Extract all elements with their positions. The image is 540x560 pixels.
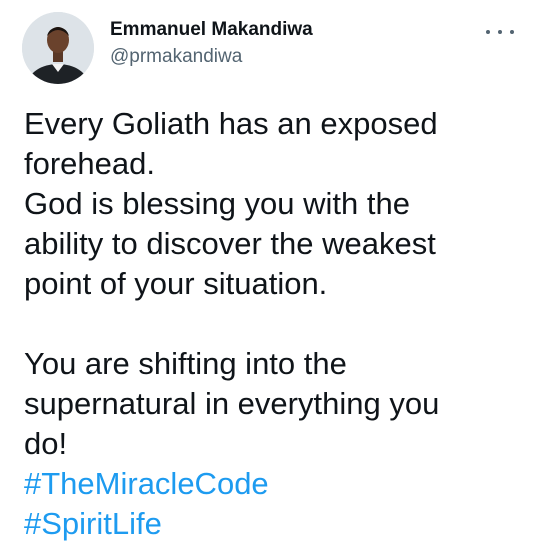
tweet-text-line: Every Goliath has an exposed bbox=[24, 106, 438, 141]
tweet-card: Emmanuel Makandiwa @prmakandiwa Every Go… bbox=[0, 0, 540, 560]
tweet-text-line: God is blessing you with the bbox=[24, 186, 410, 221]
avatar[interactable] bbox=[22, 12, 94, 84]
more-options-icon[interactable] bbox=[486, 24, 514, 40]
tweet-body: Every Goliath has an exposed forehead. G… bbox=[24, 104, 524, 544]
tweet-text-line: You are shifting into the bbox=[24, 346, 347, 381]
tweet-text-line: supernatural in everything you bbox=[24, 386, 440, 421]
tweet-paragraph-1: Every Goliath has an exposed forehead. G… bbox=[24, 104, 524, 304]
tweet-text-line: ability to discover the weakest bbox=[24, 226, 436, 261]
tweet-header: Emmanuel Makandiwa @prmakandiwa bbox=[22, 12, 518, 84]
hashtag-link-miracle-code[interactable]: #TheMiracleCode bbox=[24, 464, 524, 504]
profile-photo-icon bbox=[22, 12, 94, 84]
tweet-text-line: point of your situation. bbox=[24, 266, 328, 301]
author-display-name[interactable]: Emmanuel Makandiwa bbox=[110, 18, 313, 42]
tweet-paragraph-2: You are shifting into the supernatural i… bbox=[24, 344, 524, 544]
dot-icon bbox=[486, 30, 490, 34]
dot-icon bbox=[498, 30, 502, 34]
tweet-text-line: do! bbox=[24, 426, 68, 461]
dot-icon bbox=[510, 30, 514, 34]
author-block: Emmanuel Makandiwa @prmakandiwa bbox=[110, 18, 313, 69]
tweet-text-line: forehead. bbox=[24, 146, 155, 181]
author-handle[interactable]: @prmakandiwa bbox=[110, 45, 313, 69]
hashtag-link-spirit-life[interactable]: #SpiritLife bbox=[24, 504, 524, 544]
